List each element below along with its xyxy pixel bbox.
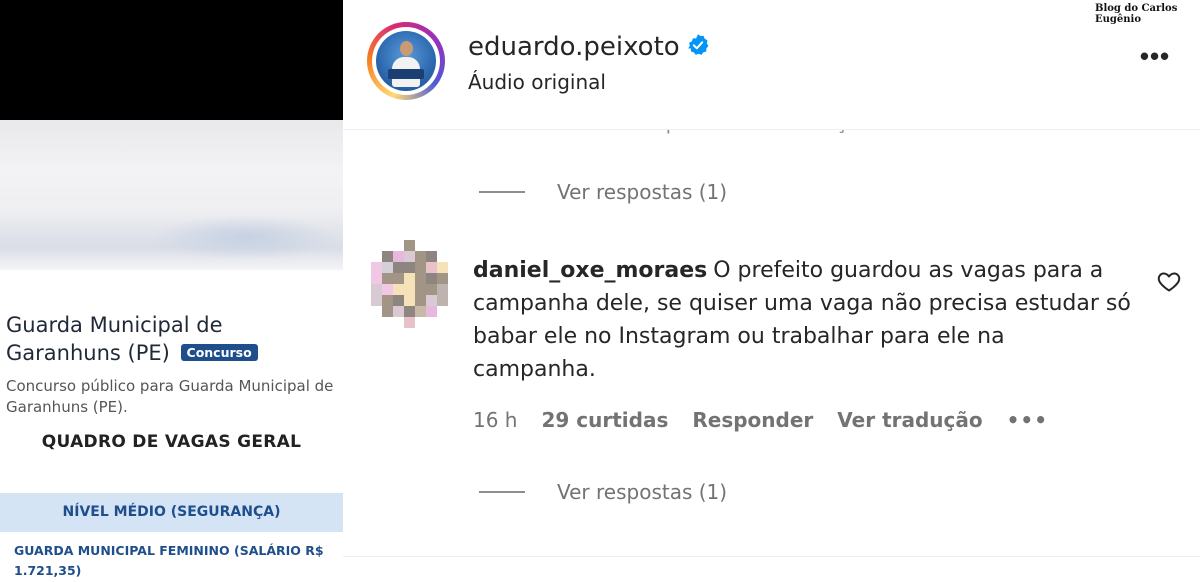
- cargo-row: GUARDA MUNICIPAL FEMININO (SALÁRIO R$ 1.…: [14, 543, 324, 578]
- verified-badge-icon: [687, 34, 709, 55]
- view-replies-label: Ver respostas (1): [557, 180, 728, 204]
- profile-photo: [376, 31, 436, 91]
- translate-button[interactable]: Ver tradução: [837, 408, 982, 432]
- post-username[interactable]: eduardo.peixoto: [468, 32, 680, 62]
- nivel-header: NÍVEL MÉDIO (SEGURANÇA): [0, 493, 343, 532]
- card-title: Guarda Municipal de Garanhuns (PE) Concu…: [6, 311, 336, 367]
- replies-line: [479, 191, 525, 193]
- instagram-post-panel: eduardo.peixoto Áudio original ••• Blog …: [343, 0, 1200, 582]
- card-description: Concurso público para Guarda Municipal d…: [6, 377, 334, 416]
- comment-text: daniel_oxe_moraes O prefeito guardou as v…: [473, 254, 1133, 386]
- commenter-username[interactable]: daniel_oxe_moraes: [473, 258, 707, 283]
- comment-time: 16 h: [473, 408, 518, 432]
- commenter-avatar[interactable]: [371, 240, 448, 328]
- comment-likes[interactable]: 29 curtidas: [541, 408, 668, 432]
- audio-label[interactable]: Áudio original: [468, 68, 606, 96]
- view-replies-label: Ver respostas (1): [557, 480, 728, 504]
- concurso-badge: Concurso: [180, 344, 258, 361]
- watermark: Blog do Carlos Eugênio: [1095, 3, 1178, 25]
- reply-button[interactable]: Responder: [692, 408, 813, 432]
- comment-options-icon[interactable]: •••: [1007, 408, 1048, 432]
- left-panel: Guarda Municipal de Garanhuns (PE) Concu…: [0, 0, 343, 582]
- post-header: eduardo.peixoto Áudio original ••• Blog …: [343, 0, 1200, 130]
- bottom-divider: [343, 556, 1200, 557]
- view-replies-button-2[interactable]: Ver respostas (1): [479, 478, 727, 506]
- more-options-icon[interactable]: •••: [1138, 43, 1172, 72]
- like-heart-icon[interactable]: [1157, 270, 1181, 292]
- view-replies-button[interactable]: Ver respostas (1): [479, 178, 727, 206]
- comment-meta: 16 h 29 curtidas Responder Ver tradução …: [473, 408, 1072, 432]
- blurred-image: [0, 120, 343, 270]
- quadro-heading: QUADRO DE VAGAS GERAL: [41, 432, 302, 452]
- replies-line: [479, 491, 525, 493]
- post-username-row: eduardo.peixoto: [468, 30, 710, 64]
- profile-avatar[interactable]: [367, 22, 445, 100]
- black-bar: [0, 0, 343, 120]
